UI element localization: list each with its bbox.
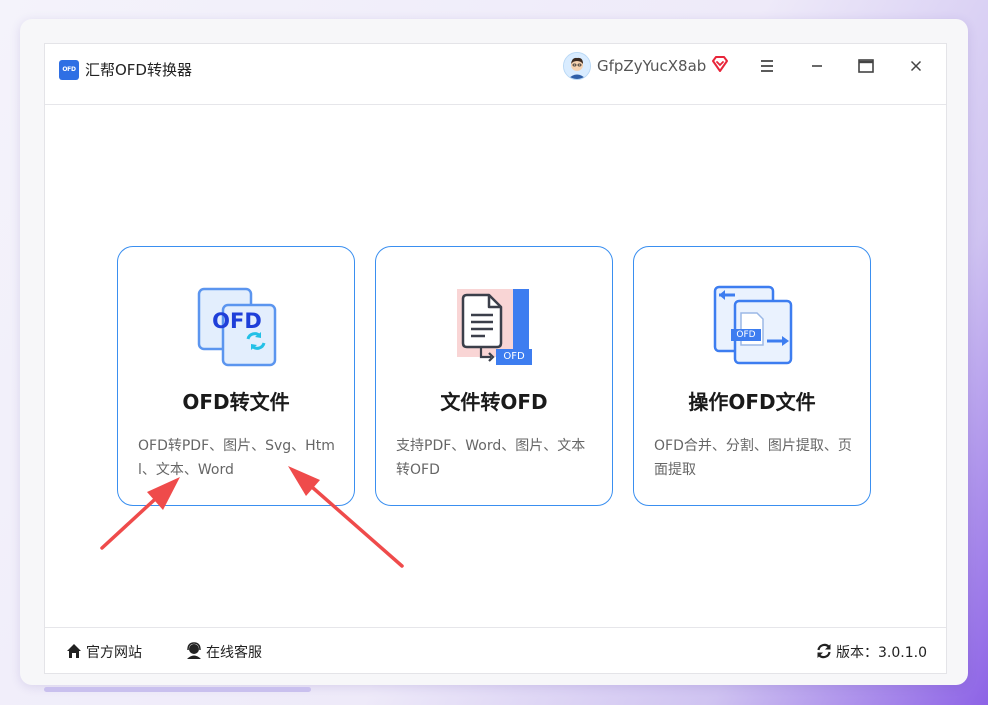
status-bar: 官方网站 在线客服 版本：3.0.1.0 [45,627,946,674]
headset-icon [187,642,201,659]
card-description: OFD合并、分割、图片提取、页面提取 [654,438,852,478]
app-title: 汇帮OFD转换器 [85,61,192,79]
close-icon[interactable] [904,54,928,78]
version-label: 版本：3.0.1.0 [836,645,927,661]
card-operate-ofd[interactable]: OFD 操作OFD文件 OFD合并、分割、图片提取、页面提取 [633,246,871,506]
menu-icon[interactable] [755,54,779,78]
card-title: OFD转文件 [182,390,290,414]
home-icon [67,644,81,658]
card-title: 操作OFD文件 [688,390,816,414]
card-title: 文件转OFD [440,390,548,414]
website-link[interactable]: 官方网站 [65,642,142,662]
app-content: OFD 汇帮OFD转换器 GfpZyYucX8ab OFD OFD转文件 OFD… [44,43,947,674]
title-bar: OFD 汇帮OFD转换器 GfpZyYucX8ab [45,44,946,105]
avatar-icon [564,53,590,79]
svg-text:OFD: OFD [212,309,262,333]
support-link[interactable]: 在线客服 [185,642,262,662]
maximize-icon[interactable] [854,54,878,78]
minimize-icon[interactable] [805,54,829,78]
app-window: OFD 汇帮OFD转换器 GfpZyYucX8ab OFD OFD转文件 OFD… [20,19,968,685]
version-info[interactable]: 版本：3.0.1.0 [815,642,927,662]
vip-diamond-icon[interactable] [710,54,730,74]
card-description: 支持PDF、Word、图片、文本转OFD [396,438,586,478]
card-ofd-to-file[interactable]: OFD OFD转文件 OFD转PDF、图片、Svg、Html、文本、Word [117,246,355,506]
user-avatar[interactable] [563,52,591,80]
card-file-to-ofd[interactable]: OFD 文件转OFD 支持PDF、Word、图片、文本转OFD [375,246,613,506]
background-bar [44,687,311,692]
ofd-badge: OFD [503,351,525,362]
support-label: 在线客服 [206,645,262,661]
app-logo-icon: OFD [59,60,79,80]
card-description: OFD转PDF、图片、Svg、Html、文本、Word [138,438,335,478]
website-label: 官方网站 [86,645,142,661]
ofd-convert-icon: OFD [197,287,277,367]
ofd-badge: OFD [736,330,756,340]
refresh-icon [817,643,831,659]
username[interactable]: GfpZyYucX8ab [597,56,706,76]
ofd-operate-icon [713,285,793,365]
